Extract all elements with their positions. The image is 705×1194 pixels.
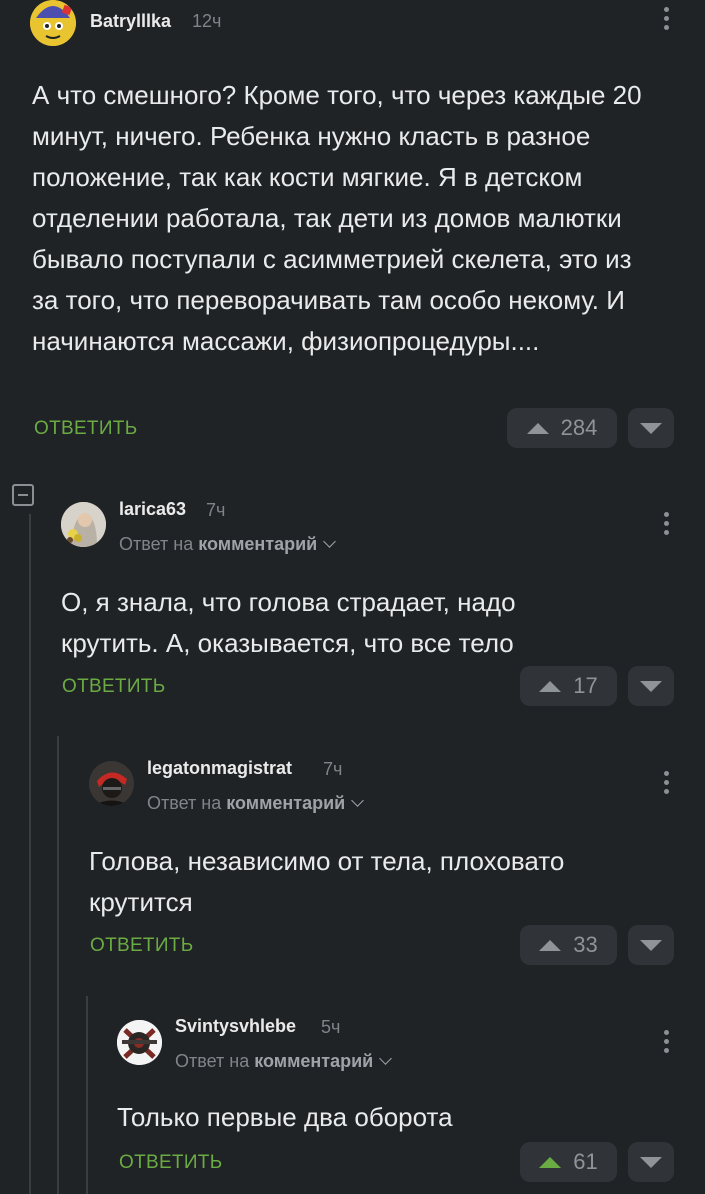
avatar[interactable] [117, 1020, 162, 1065]
reply-button[interactable]: ОТВЕТИТЬ [34, 418, 137, 440]
thread-line[interactable] [29, 514, 31, 1194]
reply-button[interactable]: ОТВЕТИТЬ [62, 676, 165, 698]
username[interactable]: Batrylllka [90, 11, 171, 32]
upvote-icon [539, 680, 562, 692]
comment-time: 7ч [323, 759, 343, 779]
upvote-button[interactable]: 284 [507, 408, 617, 448]
comment-time: 5ч [321, 1017, 341, 1037]
comment-time: 7ч [206, 500, 226, 520]
collapse-thread-icon[interactable] [12, 484, 34, 506]
comment-text: Только первые два оборота [117, 1102, 453, 1132]
upvote-button[interactable]: 61 [520, 1142, 617, 1182]
rating-count: 284 [560, 415, 598, 440]
reply-button[interactable]: ОТВЕТИТЬ [119, 1152, 222, 1174]
downvote-icon [640, 422, 662, 434]
downvote-button[interactable] [628, 666, 674, 706]
chevron-down-icon [323, 535, 337, 548]
reply-to-link[interactable]: Ответ на комментарий [147, 793, 365, 814]
more-options-icon[interactable] [664, 771, 670, 798]
downvote-button[interactable] [628, 925, 674, 965]
downvote-icon [640, 1156, 662, 1168]
upvote-icon [539, 1156, 562, 1168]
rating-count: 17 [573, 673, 598, 698]
comment-time: 12ч [192, 11, 222, 31]
comment-text: А что смешного? Кроме того, что через ка… [32, 80, 642, 356]
upvote-button[interactable]: 33 [520, 925, 617, 965]
thread-line[interactable] [57, 736, 59, 1194]
rating-count: 61 [573, 1149, 598, 1174]
avatar[interactable] [61, 502, 106, 547]
upvote-icon [539, 939, 562, 951]
avatar[interactable] [30, 0, 76, 46]
reply-to-link[interactable]: Ответ на комментарий [119, 534, 337, 555]
more-options-icon[interactable] [664, 1030, 670, 1057]
username[interactable]: larica63 [119, 499, 186, 520]
upvote-icon [526, 422, 549, 434]
username[interactable]: Svintysvhlebe [175, 1016, 296, 1037]
rating-count: 33 [573, 932, 598, 957]
downvote-icon [640, 939, 662, 951]
more-options-icon[interactable] [664, 512, 670, 539]
reply-to-link[interactable]: Ответ на комментарий [175, 1051, 393, 1072]
reply-button[interactable]: ОТВЕТИТЬ [90, 935, 193, 957]
downvote-icon [640, 680, 662, 692]
avatar[interactable] [89, 761, 134, 806]
thread-line[interactable] [86, 996, 88, 1194]
downvote-button[interactable] [628, 408, 674, 448]
username[interactable]: legatonmagistrat [147, 758, 292, 779]
comment-text: О, я знала, что голова страдает, надо кр… [61, 587, 516, 658]
chevron-down-icon [379, 1052, 393, 1065]
more-options-icon[interactable] [664, 7, 670, 34]
chevron-down-icon [351, 794, 365, 807]
downvote-button[interactable] [628, 1142, 674, 1182]
comment-text: Голова, независимо от тела, плоховато кр… [89, 846, 565, 917]
upvote-button[interactable]: 17 [520, 666, 617, 706]
